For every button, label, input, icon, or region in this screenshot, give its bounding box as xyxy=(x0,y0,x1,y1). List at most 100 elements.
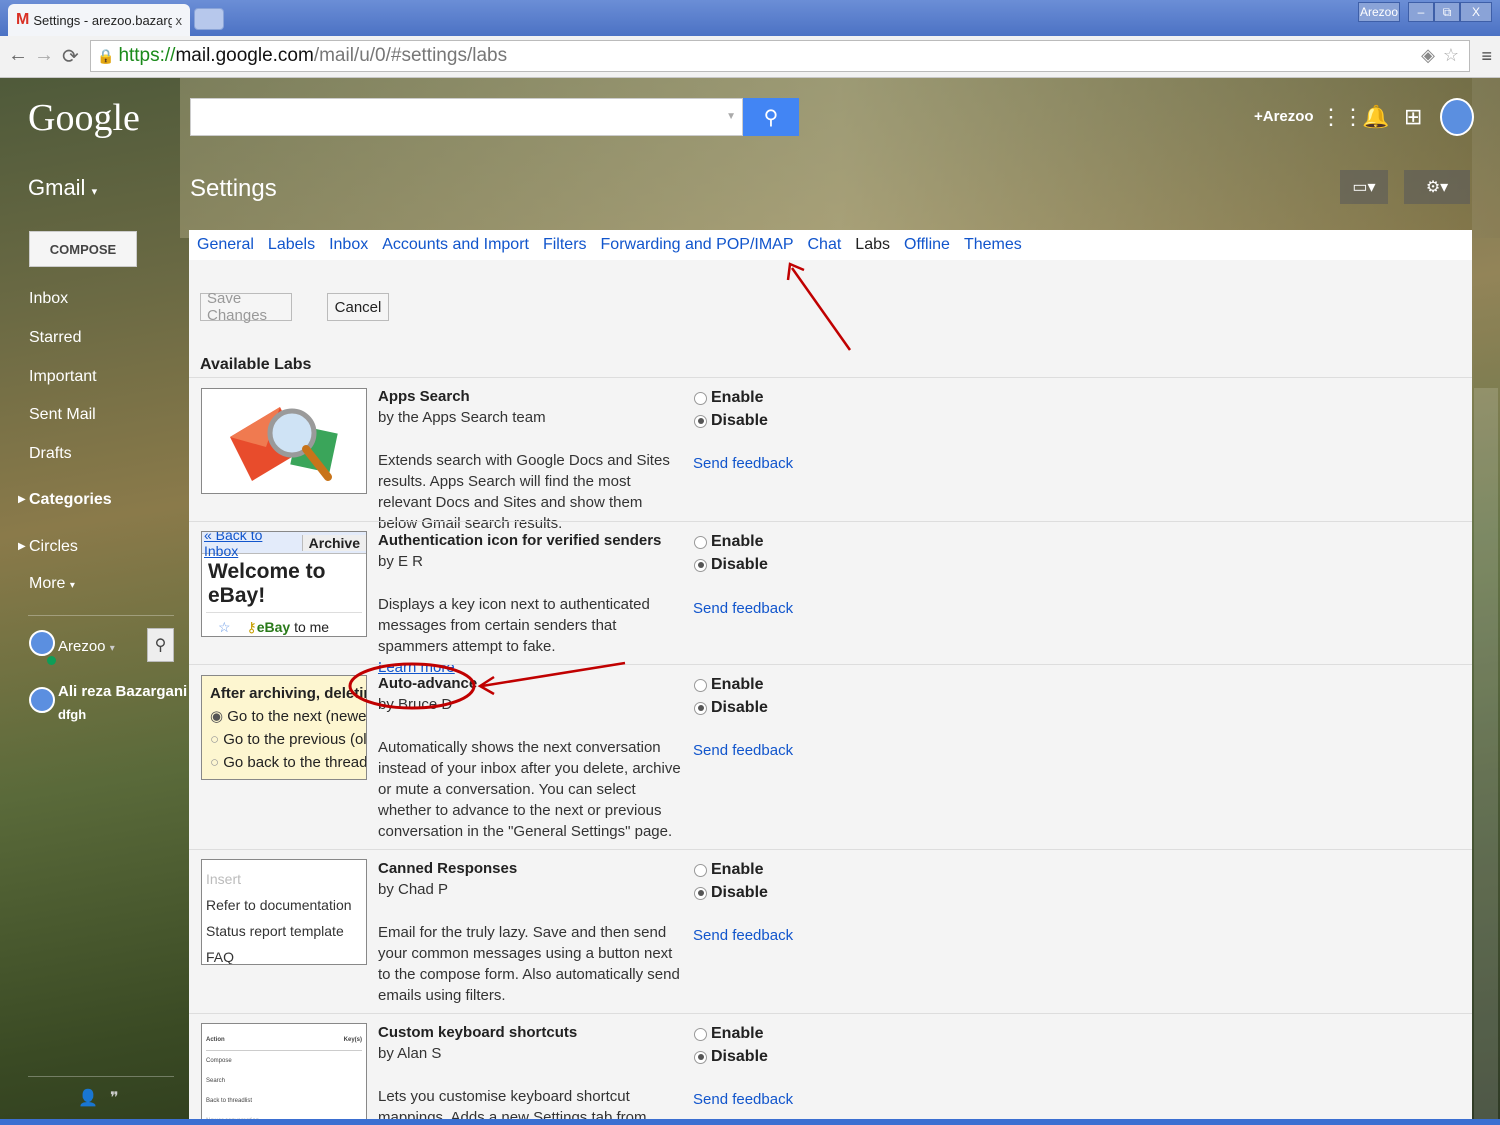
close-window-button[interactable]: X xyxy=(1460,2,1492,22)
contact-avatar[interactable] xyxy=(29,687,55,713)
my-avatar[interactable] xyxy=(29,630,55,656)
chrome-menu-icon[interactable]: ≡ xyxy=(1481,46,1492,67)
lab-row: Action Key(s) Compose Search Back to thre… xyxy=(189,1013,1472,1125)
lab-title: Auto-advance xyxy=(378,675,478,692)
settings-gear-button[interactable]: ⚙▾ xyxy=(1404,170,1470,204)
person-icon[interactable]: 👤 xyxy=(78,1088,98,1108)
lab-row: After archiving, deleting, ◉ Go to the n… xyxy=(189,664,1472,849)
search-input[interactable]: ▼ xyxy=(190,98,743,136)
send-feedback-link[interactable]: Send feedback xyxy=(693,600,793,617)
enable-radio[interactable]: Enable xyxy=(694,389,763,407)
forward-arrow-icon[interactable]: → xyxy=(34,44,54,67)
nav-item-inbox[interactable]: Inbox xyxy=(29,290,68,308)
search-button[interactable]: ⚲ xyxy=(743,98,799,136)
browser-user-button[interactable]: Arezoo xyxy=(1358,2,1400,22)
enable-radio[interactable]: Enable xyxy=(694,533,763,551)
minimize-button[interactable]: – xyxy=(1408,2,1434,22)
send-feedback-link[interactable]: Send feedback xyxy=(693,455,793,472)
disable-radio[interactable]: Disable xyxy=(694,412,768,430)
nav-item-circles[interactable]: Circles xyxy=(29,538,78,556)
enable-radio[interactable]: Enable xyxy=(694,861,763,879)
google-logo[interactable]: Google xyxy=(28,96,140,140)
canned-item: Status report template xyxy=(206,923,344,939)
enable-radio[interactable]: Enable xyxy=(694,676,763,694)
tab-chat[interactable]: Chat xyxy=(808,236,842,254)
tab-filters[interactable]: Filters xyxy=(543,236,587,254)
hangouts-me[interactable]: Arezoo ▾ xyxy=(58,638,115,655)
disable-radio[interactable]: Disable xyxy=(694,884,768,902)
keyboard-icon: ▭▾ xyxy=(1352,179,1376,196)
send-feedback-link[interactable]: Send feedback xyxy=(693,927,793,944)
plus-profile-link[interactable]: +Arezoo xyxy=(1254,108,1314,125)
browser-tab-strip: M Settings - arezoo.bazargani x Arezoo –… xyxy=(0,0,1500,36)
ebay-from-line: ☆ ⚷eBay to me xyxy=(206,612,362,636)
contact-search-button[interactable]: ⚲ xyxy=(147,628,174,662)
scrollbar[interactable] xyxy=(1472,78,1500,1125)
disable-radio[interactable]: Disable xyxy=(694,556,768,574)
radio-circle-selected xyxy=(694,886,707,900)
extension-icon[interactable]: ◈ xyxy=(1421,45,1435,66)
lab-title: Apps Search xyxy=(378,388,470,405)
address-bar[interactable]: 🔒 https:// mail.google.com /mail/u/0/#se… xyxy=(90,40,1470,72)
contact-name[interactable]: Ali reza Bazargani xyxy=(58,683,187,700)
nav-item-categories[interactable]: Categories xyxy=(29,491,112,509)
lab-author: by Alan S xyxy=(378,1045,442,1062)
nav-item-sent-mail[interactable]: Sent Mail xyxy=(29,406,96,424)
input-tools-button[interactable]: ▭▾ xyxy=(1340,170,1388,204)
radio-circle xyxy=(694,678,707,692)
chevron-down-icon: ▾ xyxy=(91,186,98,198)
nav-item-starred[interactable]: Starred xyxy=(29,329,81,347)
lab-author: by the Apps Search team xyxy=(378,409,546,426)
tab-general[interactable]: General xyxy=(197,236,254,254)
lab-title: Authentication icon for verified senders xyxy=(378,532,662,549)
restore-button[interactable]: ⧉ xyxy=(1434,2,1460,22)
tab-labels[interactable]: Labels xyxy=(268,236,315,254)
cancel-button[interactable]: Cancel xyxy=(327,293,389,321)
send-feedback-link[interactable]: Send feedback xyxy=(693,742,793,759)
enable-label: Enable xyxy=(711,676,764,693)
account-avatar[interactable] xyxy=(1440,98,1474,136)
search-options-icon[interactable]: ▼ xyxy=(726,111,736,122)
nav-item-important[interactable]: Important xyxy=(29,368,97,386)
scrollbar-thumb[interactable] xyxy=(1474,388,1498,1125)
to-me: to me xyxy=(294,619,330,635)
disable-label: Disable xyxy=(711,556,768,573)
insert-label: Insert xyxy=(206,871,242,887)
back-arrow-icon[interactable]: ← xyxy=(8,44,28,67)
expand-icon[interactable]: ▶ xyxy=(18,494,26,505)
expand-icon[interactable]: ▶ xyxy=(18,541,26,552)
send-feedback-link[interactable]: Send feedback xyxy=(693,1091,793,1108)
thumb-option: ○ Go back to the threadlis xyxy=(210,751,366,774)
share-plus-icon[interactable]: ⊞ xyxy=(1404,104,1422,130)
new-tab-button[interactable] xyxy=(194,8,224,30)
gmail-menu[interactable]: Gmail ▾ xyxy=(28,175,97,201)
hangouts-icon[interactable]: ❞ xyxy=(110,1088,119,1108)
nav-item-more[interactable]: More ▾ xyxy=(29,575,75,593)
browser-tab[interactable]: M Settings - arezoo.bazargani x xyxy=(8,4,190,36)
page-title: Settings xyxy=(190,175,277,202)
enable-radio[interactable]: Enable xyxy=(694,1025,763,1043)
disable-radio[interactable]: Disable xyxy=(694,1048,768,1066)
tab-accounts-and-import[interactable]: Accounts and Import xyxy=(382,236,529,254)
tab-labs[interactable]: Labs xyxy=(855,236,890,254)
tab-close-icon[interactable]: x xyxy=(176,13,183,28)
disable-label: Disable xyxy=(711,1048,768,1065)
star-icon: ☆ xyxy=(218,619,231,635)
tab-themes[interactable]: Themes xyxy=(964,236,1022,254)
notifications-icon[interactable]: 🔔 xyxy=(1362,104,1389,130)
tab-forwarding[interactable]: Forwarding and POP/IMAP xyxy=(601,236,794,254)
reload-icon[interactable]: ⟳ xyxy=(62,44,79,69)
tab-inbox[interactable]: Inbox xyxy=(329,236,368,254)
lab-title: Custom keyboard shortcuts xyxy=(378,1024,578,1041)
disable-label: Disable xyxy=(711,884,768,901)
tab-offline[interactable]: Offline xyxy=(904,236,950,254)
url-host: mail.google.com xyxy=(175,45,314,66)
nav-item-drafts[interactable]: Drafts xyxy=(29,445,72,463)
disable-radio[interactable]: Disable xyxy=(694,699,768,717)
lab-description: Automatically shows the next conversatio… xyxy=(378,739,681,840)
compose-button[interactable]: COMPOSE xyxy=(29,231,137,267)
lab-row: « Back to Inbox Archive Welcome to eBay!… xyxy=(189,521,1472,676)
save-changes-button[interactable]: Save Changes xyxy=(200,290,292,324)
bookmark-star-icon[interactable]: ☆ xyxy=(1443,45,1459,66)
ebay-thumb-toolbar: « Back to Inbox Archive xyxy=(202,532,366,559)
